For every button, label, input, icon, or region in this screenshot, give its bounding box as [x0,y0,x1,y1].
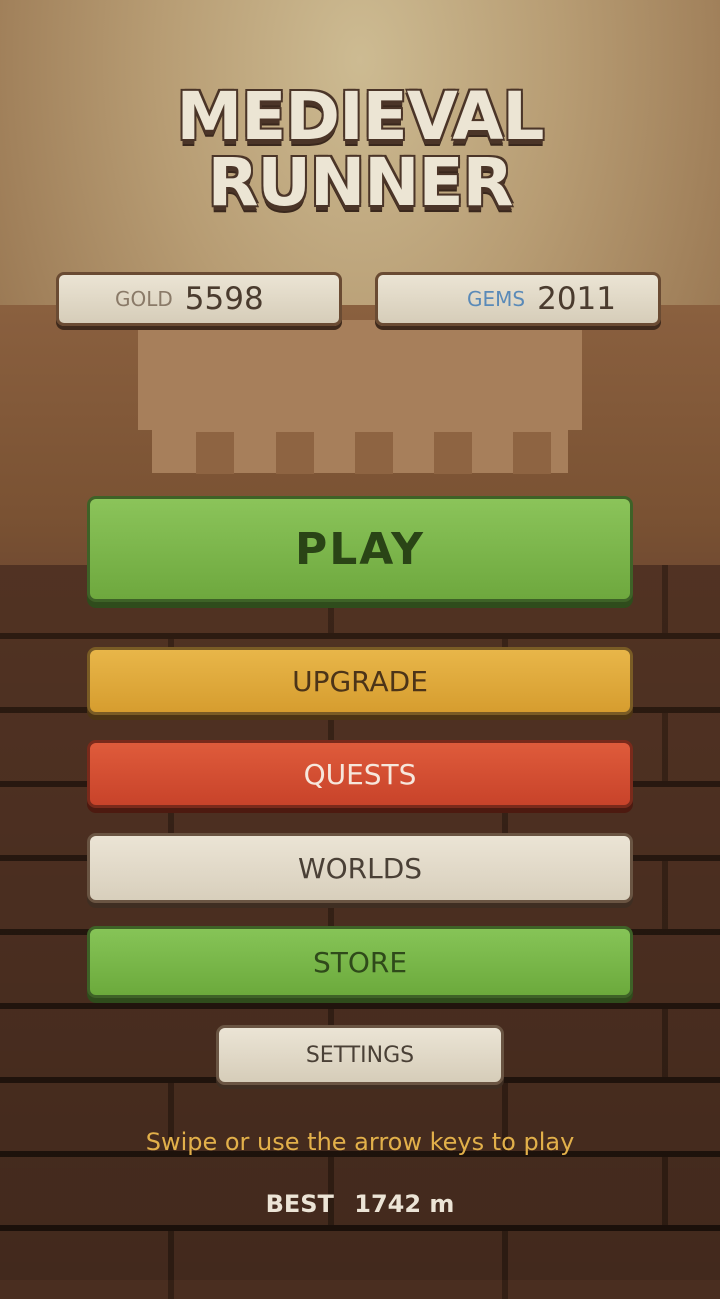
upgrade-button[interactable]: UPGRADE [87,647,633,715]
gold-value: 5598 [184,281,264,317]
gems-value: 2011 [537,281,616,317]
best-score-value: 1742 m [354,1190,455,1218]
controls-hint: Swipe or use the arrow keys to play [145,1128,575,1156]
battlement-gap [434,432,472,474]
settings-button[interactable]: SETTINGS [216,1025,504,1085]
gold-label: GOLD [115,287,173,311]
battlement-gap [196,432,234,474]
best-score: BEST 1742 m [0,1190,720,1218]
gems-label: GEMS [467,287,526,311]
game-title: MEDIEVAL RUNNER [0,84,720,216]
play-button[interactable]: PLAY [87,496,633,602]
game-title-line2: RUNNER [207,144,514,221]
battlement-gap [513,432,551,474]
worlds-button[interactable]: WORLDS [87,833,633,903]
best-score-label: BEST [265,1190,334,1218]
game-title-line1: MEDIEVAL [176,78,545,155]
gold-counter: GOLD 5598 [56,272,342,326]
gems-counter: GEMS 2011 [375,272,661,326]
battlement-gap [355,432,393,474]
castle-tower-background [138,320,582,430]
store-button[interactable]: STORE [87,926,633,998]
battlement-gap [276,432,314,474]
quests-button[interactable]: QUESTS [87,740,633,808]
